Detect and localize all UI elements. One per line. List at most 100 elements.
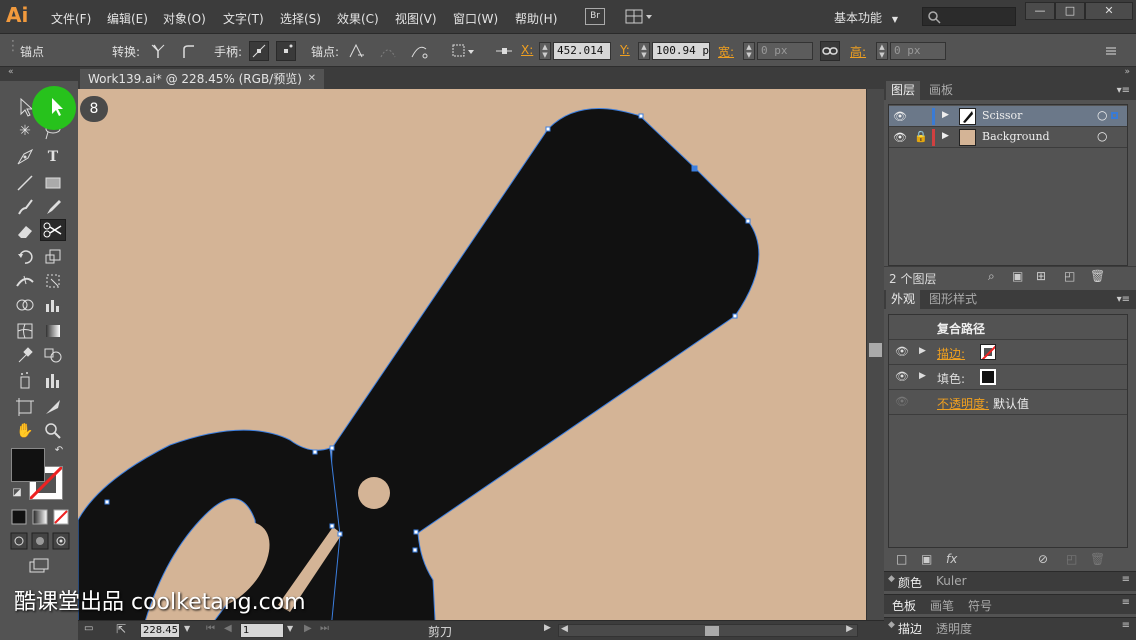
add-effect-icon[interactable]: fx	[946, 552, 957, 566]
expand-icon[interactable]: »	[1124, 67, 1130, 77]
rectangle-tool-icon[interactable]	[40, 172, 66, 194]
scissors-tool-icon[interactable]	[40, 219, 66, 241]
delete-item-icon[interactable]: 🗑	[1090, 552, 1105, 566]
tab-appearance[interactable]: 外观	[886, 290, 921, 309]
panel-menu-icon[interactable]	[1100, 41, 1120, 61]
zoom-dropdown-icon[interactable]: ▼	[184, 624, 190, 633]
tab-stroke[interactable]: 描边	[898, 620, 922, 637]
layers-menu-icon[interactable]: ▾≡	[1117, 85, 1130, 96]
artboard-canvas[interactable]	[78, 89, 866, 620]
symbol-sprayer-tool-icon[interactable]	[12, 370, 38, 392]
new-layer-icon[interactable]: ◰	[1064, 269, 1075, 283]
menu-edit[interactable]: 编辑(E)	[107, 10, 148, 27]
collapse-toggle-icon[interactable]: ◆	[888, 620, 895, 630]
swatches-menu-icon[interactable]: ≡	[1122, 597, 1130, 608]
rotate-tool-icon[interactable]	[12, 246, 38, 268]
hscroll-thumb[interactable]	[705, 626, 719, 636]
workspace-switcher[interactable]: 基本功能 ▼	[834, 9, 898, 26]
menu-help[interactable]: 帮助(H)	[515, 10, 557, 27]
type-tool-icon[interactable]: T	[40, 146, 66, 168]
height-stepper[interactable]: ▲ ▼	[876, 42, 888, 60]
collapse-icon[interactable]: «	[8, 67, 14, 77]
page-field[interactable]: 1	[240, 623, 284, 638]
link-icon[interactable]	[820, 41, 840, 61]
menu-type[interactable]: 文字(T)	[223, 10, 264, 27]
share-icon[interactable]: ⇱	[116, 622, 126, 636]
eye-icon[interactable]: 👁	[895, 345, 909, 358]
height-field[interactable]: 0 px	[890, 42, 946, 60]
maximize-button[interactable]: □	[1055, 2, 1085, 20]
eye-icon[interactable]: 👁	[895, 370, 909, 383]
graph-tool-icon[interactable]	[40, 294, 66, 316]
opacity-row[interactable]: 👁 不透明度: 默认值	[889, 390, 1127, 415]
scroll-thumb[interactable]	[869, 343, 882, 357]
prev-artboard-icon[interactable]: ◀	[224, 623, 232, 634]
opacity-label[interactable]: 不透明度:	[937, 395, 989, 412]
selection-indicator[interactable]	[1111, 112, 1118, 119]
zoom-field[interactable]: 228.45	[140, 623, 180, 638]
tab-kuler[interactable]: Kuler	[936, 574, 967, 588]
convert-to-smooth-icon[interactable]	[178, 41, 198, 61]
tab-transparency[interactable]: 透明度	[936, 620, 972, 637]
eye-icon[interactable]: 👁	[893, 110, 907, 123]
minimize-button[interactable]: —	[1025, 2, 1055, 20]
free-transform-tool-icon[interactable]	[40, 270, 66, 292]
bridge-button[interactable]: Br	[585, 8, 605, 25]
add-stroke-icon[interactable]: □	[896, 552, 907, 566]
remove-anchor-icon[interactable]	[346, 41, 366, 61]
tab-brushes[interactable]: 画笔	[930, 597, 954, 614]
hand-tool-icon[interactable]: ✋	[12, 420, 38, 442]
pen-tool-icon[interactable]	[12, 146, 38, 168]
document-tab[interactable]: Work139.ai* @ 228.45% (RGB/预览) ✕	[80, 69, 324, 89]
shape-builder-tool-icon[interactable]	[12, 294, 38, 316]
convert-to-corner-icon[interactable]	[148, 41, 168, 61]
artboard-tool-icon[interactable]	[12, 396, 38, 418]
tab-graphic-styles[interactable]: 图形样式	[924, 290, 982, 309]
lock-icon[interactable]: 🔒	[914, 130, 928, 143]
y-field[interactable]: 100.94 px	[652, 42, 710, 60]
swap-colors-icon[interactable]: ↶	[52, 444, 66, 458]
menu-object[interactable]: 对象(O)	[163, 10, 206, 27]
line-tool-icon[interactable]	[12, 172, 38, 194]
tab-artboards[interactable]: 画板	[924, 81, 958, 100]
hide-handles-icon[interactable]	[276, 41, 296, 61]
draw-behind-icon[interactable]	[31, 532, 49, 550]
x-field[interactable]: 452.014 p	[553, 42, 611, 60]
screen-mode-icon[interactable]	[26, 556, 52, 576]
zoom-tool-icon[interactable]	[40, 420, 66, 442]
menu-file[interactable]: 文件(F)	[51, 10, 91, 27]
tab-swatches[interactable]: 色板	[892, 597, 916, 614]
width-field[interactable]: 0 px	[757, 42, 813, 60]
pencil-tool-icon[interactable]	[40, 196, 66, 218]
status-menu-icon[interactable]: ▶	[544, 623, 551, 633]
first-artboard-icon[interactable]: ⏮	[206, 623, 215, 634]
connect-path-icon[interactable]	[378, 41, 398, 61]
last-artboard-icon[interactable]: ⏭	[320, 623, 329, 634]
stroke-label[interactable]: 描边:	[937, 345, 965, 362]
transform-anchor-icon[interactable]	[494, 41, 514, 61]
menu-select[interactable]: 选择(S)	[280, 10, 321, 27]
target-icon[interactable]: ○	[1097, 129, 1107, 143]
locate-object-icon[interactable]: ⌕	[988, 269, 995, 284]
stroke-menu-icon[interactable]: ≡	[1122, 620, 1130, 631]
horizontal-scrollbar[interactable]: ◀ ▶	[558, 624, 858, 637]
cut-path-icon[interactable]	[409, 41, 429, 61]
tab-layers[interactable]: 图层	[886, 81, 921, 100]
appearance-menu-icon[interactable]: ▾≡	[1117, 294, 1130, 305]
vertical-scrollbar[interactable]	[866, 89, 884, 620]
menu-window[interactable]: 窗口(W)	[453, 10, 498, 27]
expand-icon[interactable]: ▶	[919, 346, 926, 356]
stroke-swatch-small[interactable]	[980, 344, 996, 360]
default-colors-icon[interactable]: ◪	[10, 486, 24, 500]
clear-appearance-icon[interactable]: ⊘	[1038, 552, 1048, 566]
gpu-icon[interactable]: ▭	[84, 623, 93, 634]
expand-icon[interactable]: ▶	[919, 371, 926, 381]
delete-layer-icon[interactable]: 🗑	[1090, 269, 1105, 283]
eye-icon[interactable]: 👁	[895, 395, 909, 408]
close-button[interactable]: ✕	[1085, 2, 1133, 20]
eraser-tool-icon[interactable]	[12, 220, 38, 242]
fill-row[interactable]: 👁 ▶ 填色:	[889, 365, 1127, 390]
expand-layer-icon[interactable]: ▶	[942, 110, 949, 120]
eye-icon[interactable]: 👁	[893, 131, 907, 144]
tab-symbols[interactable]: 符号	[968, 597, 992, 614]
